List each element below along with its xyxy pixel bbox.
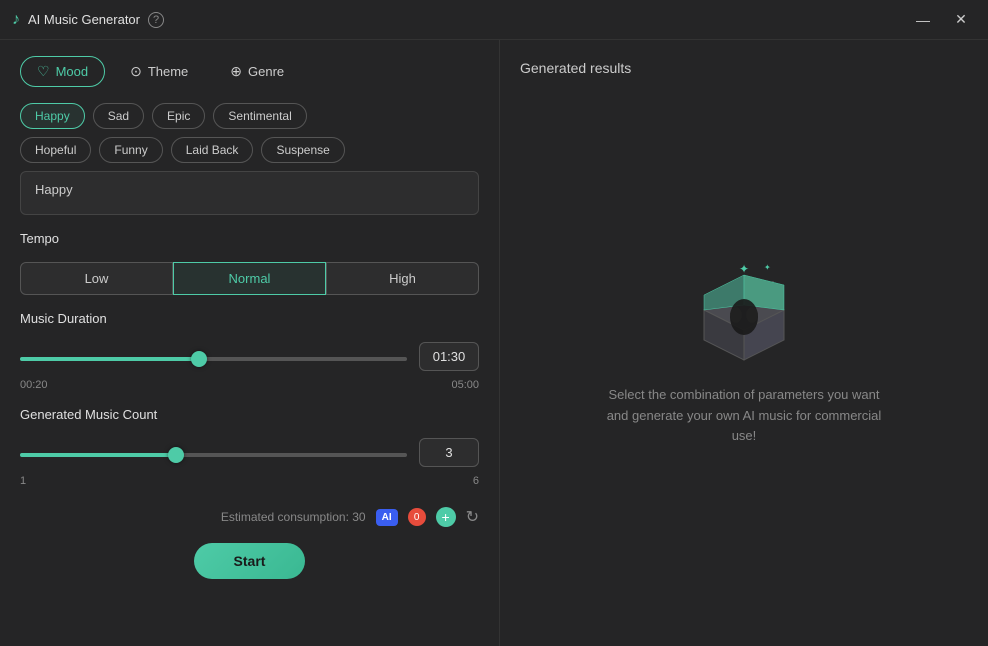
theme-tab-label: Theme [148, 64, 188, 79]
chip-funny[interactable]: Funny [99, 137, 162, 163]
chip-sad[interactable]: Sad [93, 103, 144, 129]
ai-badge: AI [376, 509, 398, 526]
count-slider[interactable] [20, 453, 407, 457]
duration-slider-row: 01:30 [20, 342, 479, 371]
empty-description: Select the combination of parameters you… [604, 385, 884, 447]
count-value: 3 [419, 438, 479, 467]
tabs: ♡ Mood ⊙ Theme ⊕ Genre [20, 56, 479, 87]
count-label: Generated Music Count [20, 407, 479, 422]
help-icon[interactable]: ? [148, 12, 164, 28]
count-min: 1 [20, 475, 26, 487]
svg-text:✦: ✦ [739, 262, 749, 276]
duration-value: 01:30 [419, 342, 479, 371]
box-illustration: ✦ ✦ · [684, 255, 804, 365]
left-panel: ♡ Mood ⊙ Theme ⊕ Genre Happy Sad Epic Se… [0, 40, 500, 646]
bottom-bar: Estimated consumption: 30 AI 0 + ↻ [20, 503, 479, 527]
chip-suspense[interactable]: Suspense [261, 137, 344, 163]
genre-tab-label: Genre [248, 64, 284, 79]
chip-sentimental[interactable]: Sentimental [213, 103, 306, 129]
duration-range: 00:20 05:00 [20, 379, 479, 391]
close-button[interactable]: ✕ [946, 5, 976, 35]
count-range: 1 6 [20, 475, 479, 487]
duration-section: Music Duration 01:30 00:20 05:00 [20, 311, 479, 391]
chip-epic[interactable]: Epic [152, 103, 205, 129]
genre-tab-icon: ⊕ [230, 63, 242, 80]
svg-text:·: · [772, 279, 774, 285]
tab-theme[interactable]: ⊙ Theme [113, 56, 205, 87]
mood-section: Happy Sad Epic Sentimental Hopeful Funny… [20, 103, 479, 215]
titlebar-left: ♪ AI Music Generator ? [12, 11, 164, 29]
count-section: Generated Music Count 3 1 6 [20, 407, 479, 487]
tempo-label: Tempo [20, 231, 479, 246]
count-slider-wrapper [20, 444, 407, 462]
svg-text:✦: ✦ [764, 263, 771, 272]
main-content: ♡ Mood ⊙ Theme ⊕ Genre Happy Sad Epic Se… [0, 40, 988, 646]
chip-laidback[interactable]: Laid Back [171, 137, 254, 163]
empty-state: ✦ ✦ · Select the combination of paramete… [584, 76, 904, 626]
chip-happy[interactable]: Happy [20, 103, 85, 129]
tempo-high[interactable]: High [326, 262, 479, 295]
right-panel: Generated results ✦ ✦ · [500, 40, 988, 646]
duration-max: 05:00 [451, 379, 479, 391]
minimize-button[interactable]: — [908, 5, 938, 35]
start-button-container: Start [20, 543, 479, 579]
tempo-normal[interactable]: Normal [173, 262, 326, 295]
app-icon: ♪ [12, 11, 20, 29]
results-title: Generated results [520, 60, 631, 76]
mood-tab-icon: ♡ [37, 63, 50, 80]
mood-tab-label: Mood [56, 64, 89, 79]
mood-chips-row1: Happy Sad Epic Sentimental [20, 103, 479, 129]
tempo-low[interactable]: Low [20, 262, 173, 295]
titlebar-controls: — ✕ [908, 5, 976, 35]
consumption-text: Estimated consumption: 30 [221, 510, 366, 524]
mood-chips-row2: Hopeful Funny Laid Back Suspense [20, 137, 479, 163]
credit-count: 0 [408, 508, 426, 526]
chip-hopeful[interactable]: Hopeful [20, 137, 91, 163]
tempo-group: Low Normal High [20, 262, 479, 295]
tab-genre[interactable]: ⊕ Genre [213, 56, 301, 87]
count-slider-row: 3 [20, 438, 479, 467]
duration-min: 00:20 [20, 379, 48, 391]
start-button[interactable]: Start [194, 543, 306, 579]
titlebar: ♪ AI Music Generator ? — ✕ [0, 0, 988, 40]
app-title: AI Music Generator [28, 12, 140, 27]
theme-tab-icon: ⊙ [130, 63, 142, 80]
tempo-section: Tempo Low Normal High [20, 231, 479, 295]
duration-slider-wrapper [20, 348, 407, 366]
duration-slider[interactable] [20, 357, 407, 361]
mood-description[interactable]: Happy [20, 171, 479, 215]
refresh-icon[interactable]: ↻ [466, 507, 479, 527]
tab-mood[interactable]: ♡ Mood [20, 56, 105, 87]
duration-label: Music Duration [20, 311, 479, 326]
add-credits-button[interactable]: + [436, 507, 456, 527]
count-max: 6 [473, 475, 479, 487]
